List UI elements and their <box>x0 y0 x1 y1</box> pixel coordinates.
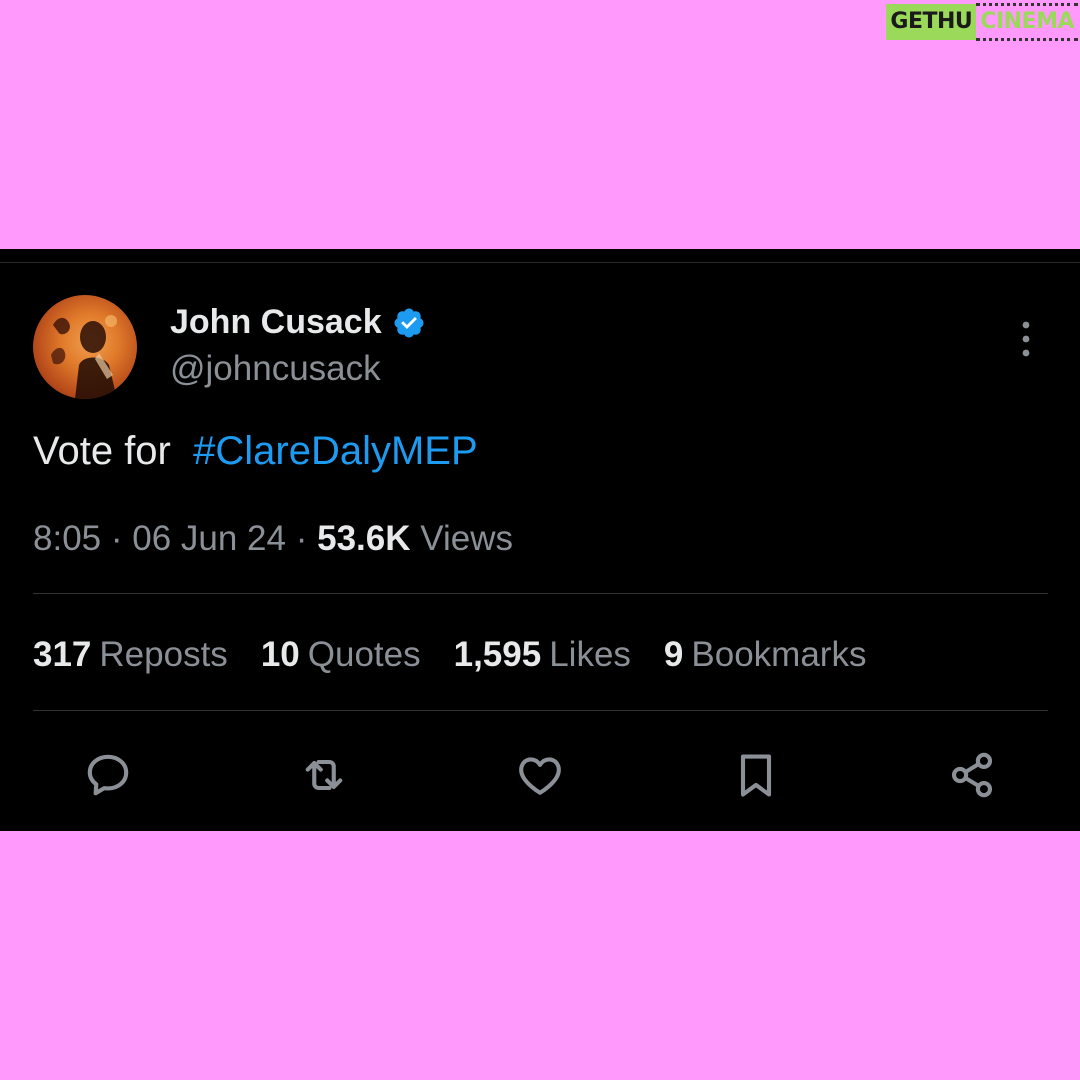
reply-button[interactable] <box>80 747 136 803</box>
like-button[interactable] <box>512 747 568 803</box>
tweet-card: John Cusack @johncusack Vote for #ClareD… <box>0 249 1080 831</box>
repost-icon <box>305 759 343 791</box>
share-icon <box>951 752 993 798</box>
stat-label: Quotes <box>307 635 421 674</box>
stat-reposts[interactable]: 317 Reposts <box>33 635 228 675</box>
divider <box>33 593 1048 594</box>
tweet-text: Vote for #ClareDalyMEP <box>33 429 478 474</box>
stat-count: 10 <box>260 635 300 674</box>
stat-count: 9 <box>663 635 684 674</box>
share-button[interactable] <box>944 747 1000 803</box>
repost-button[interactable] <box>296 747 352 803</box>
stat-count: 1,595 <box>453 635 542 674</box>
verified-icon <box>394 307 424 338</box>
watermark-logo-part1: GETHU <box>886 4 977 40</box>
engagement-stats: 317 Reposts 10 Quotes 1,595 Likes 9 Bookmark… <box>33 635 899 675</box>
hashtag-link[interactable]: #ClareDalyMEP <box>193 429 478 473</box>
stat-bookmarks[interactable]: 9 Bookmarks <box>664 635 867 675</box>
views-label: Views <box>420 519 513 558</box>
tweet-meta: 8:05 · 06 Jun 24 · 53.6K Views <box>33 519 513 559</box>
tweet-time[interactable]: 8:05 <box>33 519 101 558</box>
like-icon <box>519 757 561 795</box>
stat-likes[interactable]: 1,595 Likes <box>454 635 631 675</box>
stat-label: Bookmarks <box>691 635 867 674</box>
watermark-logo-part2: CINEMA <box>976 3 1078 41</box>
stat-label: Likes <box>549 635 631 674</box>
display-name[interactable]: John Cusack <box>170 303 382 342</box>
bookmark-button[interactable] <box>728 747 784 803</box>
stat-quotes[interactable]: 10 Quotes <box>261 635 421 675</box>
more-icon[interactable] <box>1014 319 1038 359</box>
divider <box>33 710 1048 711</box>
avatar[interactable] <box>33 295 137 399</box>
watermark-logo: GETHU CINEMA <box>886 3 1078 41</box>
views-count: 53.6K <box>317 519 411 558</box>
avatar-image <box>51 315 117 399</box>
meta-separator: · <box>110 519 123 558</box>
reply-icon <box>87 754 129 796</box>
stat-label: Reposts <box>99 635 228 674</box>
author-name-row: John Cusack <box>170 303 426 342</box>
meta-separator: · <box>295 519 308 558</box>
tweet-text-prefix: Vote for <box>33 429 171 473</box>
action-bar <box>0 747 1080 803</box>
tweet-date[interactable]: 06 Jun 24 <box>132 519 286 558</box>
divider <box>0 262 1080 263</box>
bookmark-icon <box>740 754 772 797</box>
stat-count: 317 <box>33 635 92 674</box>
author-handle[interactable]: @johncusack <box>170 349 381 389</box>
